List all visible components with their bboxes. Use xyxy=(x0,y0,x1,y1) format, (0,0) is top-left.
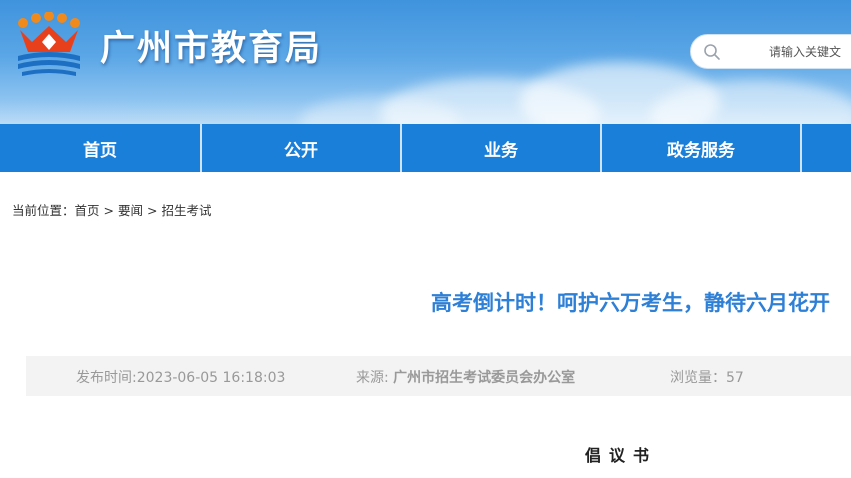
nav-item-public[interactable]: 公开 xyxy=(202,124,402,172)
source-info: 来源: 广州市招生考试委员会办公室 xyxy=(356,367,575,387)
search-box[interactable] xyxy=(690,34,851,69)
breadcrumb: 当前位置：首页 > 要闻 > 招生考试 xyxy=(12,200,212,219)
search-icon[interactable] xyxy=(703,43,721,61)
site-title[interactable]: 广州市教育局 xyxy=(100,20,322,71)
nav-item-business[interactable]: 业务 xyxy=(402,124,602,172)
document-heading: 倡议书 xyxy=(585,446,658,465)
nav-item-more[interactable] xyxy=(802,124,851,172)
breadcrumb-separator: > xyxy=(103,203,115,218)
breadcrumb-separator: > xyxy=(147,203,158,218)
breadcrumb-home-link[interactable]: 首页 xyxy=(75,203,100,218)
nav-item-home[interactable]: 首页 xyxy=(0,124,202,172)
source-label: 来源: xyxy=(356,370,394,386)
view-count: 浏览量：57 xyxy=(670,370,744,386)
article-meta-bar: 发布时间:2023-06-05 16:18:03 来源: 广州市招生考试委员会办… xyxy=(26,356,851,396)
breadcrumb-prefix: 当前位置： xyxy=(12,203,75,218)
breadcrumb-admissions-link[interactable]: 招生考试 xyxy=(162,203,212,218)
breadcrumb-news-link[interactable]: 要闻 xyxy=(118,203,143,218)
main-nav: 首页 公开 业务 政务服务 xyxy=(0,124,851,172)
source-value: 广州市招生考试委员会办公室 xyxy=(393,370,576,386)
nav-item-government-services[interactable]: 政务服务 xyxy=(602,124,802,172)
publish-time: 发布时间:2023-06-05 16:18:03 xyxy=(76,370,286,386)
article-title: 高考倒计时！呵护六万考生，静待六月花开 xyxy=(431,291,830,315)
education-bureau-logo-icon[interactable] xyxy=(14,12,84,78)
header-banner: 广州市教育局 xyxy=(0,0,851,124)
search-input[interactable] xyxy=(769,35,851,68)
